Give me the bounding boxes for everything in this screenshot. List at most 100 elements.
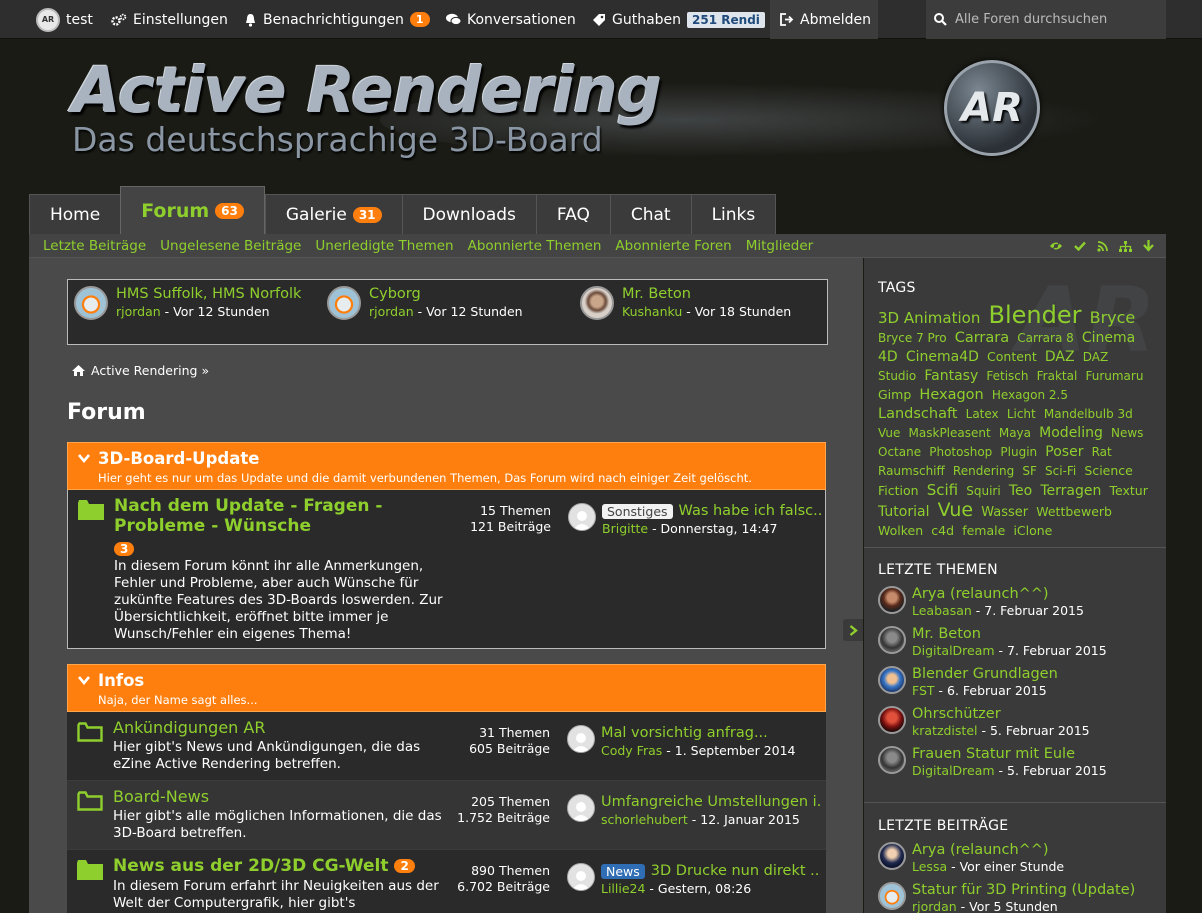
default-user-avatar-icon[interactable] — [567, 725, 595, 753]
tag-link[interactable]: iClone — [1013, 523, 1052, 538]
forum-row[interactable]: Nach dem Update - Fragen - Probleme - Wü… — [67, 490, 826, 649]
tag-link[interactable]: Hexagon — [919, 387, 983, 403]
tag-link[interactable]: Wettbewerb — [1036, 504, 1112, 519]
rss-icon[interactable] — [1097, 240, 1108, 252]
tab-downloads[interactable]: Downloads — [401, 194, 536, 234]
chevron-down-icon[interactable] — [78, 676, 90, 685]
subnav-subscribed-threads[interactable]: Abonnierte Themen — [468, 238, 602, 254]
user-avatar[interactable] — [327, 286, 361, 320]
tag-link[interactable]: SF — [1022, 464, 1037, 478]
tag-link[interactable]: Carrara 8 — [1017, 331, 1073, 345]
tag-link[interactable]: Content — [987, 349, 1037, 364]
list-item[interactable]: Mr. Beton DigitalDream - 7. Februar 2015 — [878, 626, 1154, 658]
recent-thread-item[interactable]: Cyborg rjordan - Vor 12 Stunden — [327, 286, 523, 320]
user-avatar[interactable] — [878, 842, 906, 870]
user-menu[interactable]: AR test — [36, 0, 93, 39]
tag-link[interactable]: Wasser — [981, 505, 1028, 520]
tag-link[interactable]: Wolken — [878, 523, 923, 538]
eye-icon[interactable] — [1049, 241, 1063, 251]
tag-link[interactable]: Gimp — [878, 387, 911, 402]
settings-link[interactable]: Einstellungen — [111, 0, 228, 39]
default-user-avatar-icon[interactable] — [567, 863, 595, 891]
list-item[interactable]: Statur für 3D Printing (Update) rjordan -… — [878, 882, 1154, 913]
user-avatar[interactable] — [878, 666, 906, 694]
forum-row[interactable]: Ankündigungen AR Hier gibt's News und An… — [67, 712, 826, 781]
tag-link[interactable]: Terragen — [1040, 483, 1101, 499]
forum-title[interactable]: Ankündigungen AR — [113, 718, 265, 737]
notifications-link[interactable]: Benachrichtigungen 1 — [244, 0, 430, 39]
tab-faq[interactable]: FAQ — [535, 194, 610, 234]
tab-forum[interactable]: Forum 63 — [120, 186, 265, 234]
tag-link[interactable]: Vue — [938, 499, 973, 521]
tag-link[interactable]: Fantasy — [924, 368, 978, 384]
tag-link[interactable]: Landschaft — [878, 406, 958, 422]
logout-button[interactable]: Abmelden — [770, 0, 878, 39]
user-avatar[interactable] — [878, 586, 906, 614]
tag-link[interactable]: Rendering — [953, 464, 1014, 478]
user-avatar[interactable] — [580, 286, 614, 320]
tag-link[interactable]: Teo — [1009, 483, 1032, 499]
breadcrumb[interactable]: Active Rendering » — [72, 363, 209, 378]
tab-links[interactable]: Links — [690, 194, 777, 234]
check-icon[interactable] — [1074, 241, 1086, 251]
tag-link[interactable]: Carrara — [955, 330, 1009, 346]
last-post[interactable]: Mal vorsichtig anfrag... Cody Fras - 1. … — [567, 725, 822, 758]
subnav-members[interactable]: Mitglieder — [746, 238, 814, 254]
arrow-down-icon[interactable] — [1143, 240, 1154, 252]
tag-link[interactable]: Textur — [1110, 483, 1148, 498]
tab-home[interactable]: Home — [29, 194, 121, 234]
user-avatar[interactable] — [878, 626, 906, 654]
user-avatar[interactable] — [878, 882, 906, 910]
list-item[interactable]: Arya (relaunch^^) Lessa - Vor einer Stund… — [878, 842, 1154, 874]
sidebar-toggle-button[interactable] — [843, 619, 863, 641]
user-avatar[interactable] — [74, 286, 108, 320]
default-user-avatar-icon[interactable] — [568, 503, 596, 531]
tag-link[interactable]: Squiri — [966, 484, 1000, 498]
forum-title[interactable]: Nach dem Update - Fragen - Probleme - Wü… — [114, 496, 444, 536]
sitemap-icon[interactable] — [1119, 240, 1132, 252]
user-avatar[interactable] — [878, 746, 906, 774]
user-avatar[interactable] — [878, 706, 906, 734]
tag-link[interactable]: Hexagon 2.5 — [992, 388, 1068, 402]
forum-title[interactable]: Board-News — [113, 787, 209, 806]
tag-link[interactable]: Octane — [878, 445, 921, 459]
recent-thread-item[interactable]: Mr. Beton Kushanku - Vor 18 Stunden — [580, 286, 791, 320]
tag-link[interactable]: DAZ — [1045, 349, 1075, 365]
subnav-unresolved-threads[interactable]: Unerledigte Themen — [315, 238, 453, 254]
tag-link[interactable]: Plugin — [1000, 445, 1037, 459]
tag-link[interactable]: Mandelbulb 3d — [1044, 407, 1133, 421]
search-box[interactable] — [926, 0, 1166, 39]
tag-link[interactable]: News — [1111, 426, 1143, 440]
site-logo-title[interactable]: Active Rendering — [72, 54, 662, 127]
last-post[interactable]: Umfangreiche Umstellungen i... schorlehu… — [567, 794, 822, 827]
tag-link[interactable]: c4d — [931, 523, 954, 538]
tag-link[interactable]: Bryce 7 Pro — [878, 331, 947, 345]
tag-link[interactable]: female — [962, 523, 1005, 538]
tab-galerie[interactable]: Galerie 31 — [264, 194, 402, 234]
tab-chat[interactable]: Chat — [609, 194, 691, 234]
forum-row[interactable]: Board-News Hier gibt's alle möglichen In… — [67, 781, 826, 850]
chevron-down-icon[interactable] — [78, 454, 90, 463]
tag-link[interactable]: Photoshop — [929, 445, 992, 459]
tag-link[interactable]: Furumaru — [1085, 369, 1143, 383]
tag-link[interactable]: Rat — [1092, 445, 1112, 459]
tag-link[interactable]: Raumschiff — [878, 464, 945, 478]
credits-link[interactable]: Guthaben 251 Rendi — [592, 0, 765, 39]
tag-link[interactable]: Tutorial — [878, 504, 929, 520]
tag-link[interactable]: Fetisch — [986, 369, 1028, 383]
category-header[interactable]: Infos Naja, der Name sagt alles... — [67, 664, 826, 712]
tag-link[interactable]: Latex — [966, 407, 999, 421]
tag-link[interactable]: MaskPleasent — [909, 426, 991, 440]
tag-link[interactable]: Vue — [878, 426, 900, 440]
list-item[interactable]: Frauen Statur mit Eule DigitalDream - 5. … — [878, 746, 1154, 778]
tag-link[interactable]: Bryce — [1090, 308, 1136, 327]
forum-row[interactable]: News aus der 2D/3D CG-Welt 2 In diesem Fo… — [67, 850, 826, 913]
recent-thread-item[interactable]: HMS Suffolk, HMS Norfolk rjordan - Vor 1… — [74, 286, 301, 320]
search-input[interactable] — [955, 12, 1155, 27]
tag-link[interactable]: Scifi — [927, 481, 958, 499]
tag-link[interactable]: Sci-Fi — [1045, 464, 1076, 478]
tag-link[interactable]: Cinema4D — [906, 349, 979, 365]
tag-link[interactable]: Licht — [1007, 407, 1036, 421]
subnav-subscribed-forums[interactable]: Abonnierte Foren — [615, 238, 731, 254]
tag-link[interactable]: Poser — [1045, 444, 1083, 460]
